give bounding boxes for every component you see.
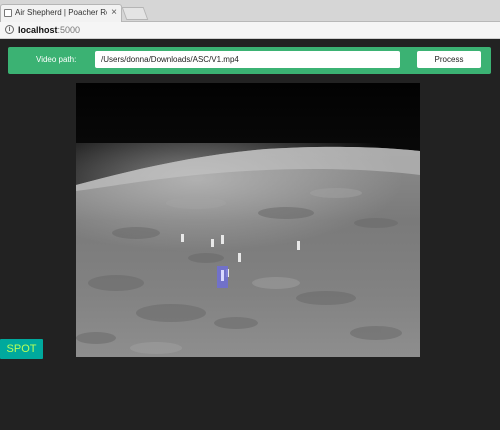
video-path-toolbar: Video path: Process [8,47,491,74]
address-bar[interactable]: i localhost:5000 [0,22,500,39]
info-icon[interactable]: i [5,25,14,34]
new-tab-button[interactable] [121,7,149,20]
thermal-video-image [76,83,420,357]
url-port: :5000 [57,25,81,35]
video-path-input[interactable] [95,51,400,68]
tab-close-icon[interactable]: × [111,5,117,21]
video-path-label: Video path: [36,55,77,64]
spot-button[interactable]: SPOT [0,339,43,359]
process-button[interactable]: Process [417,51,481,68]
page-content: Video path: Process [0,39,500,430]
browser-tab[interactable]: Air Shepherd | Poacher Recogn × [0,4,122,22]
page-favicon-icon [4,9,12,17]
url-text[interactable]: localhost:5000 [18,24,80,36]
tab-strip: Air Shepherd | Poacher Recogn × [0,0,500,22]
browser-window: Air Shepherd | Poacher Recogn × i localh… [0,0,500,430]
thermal-video-frame[interactable] [76,83,420,357]
tab-title: Air Shepherd | Poacher Recogn [15,8,107,17]
url-host: localhost [18,25,58,35]
